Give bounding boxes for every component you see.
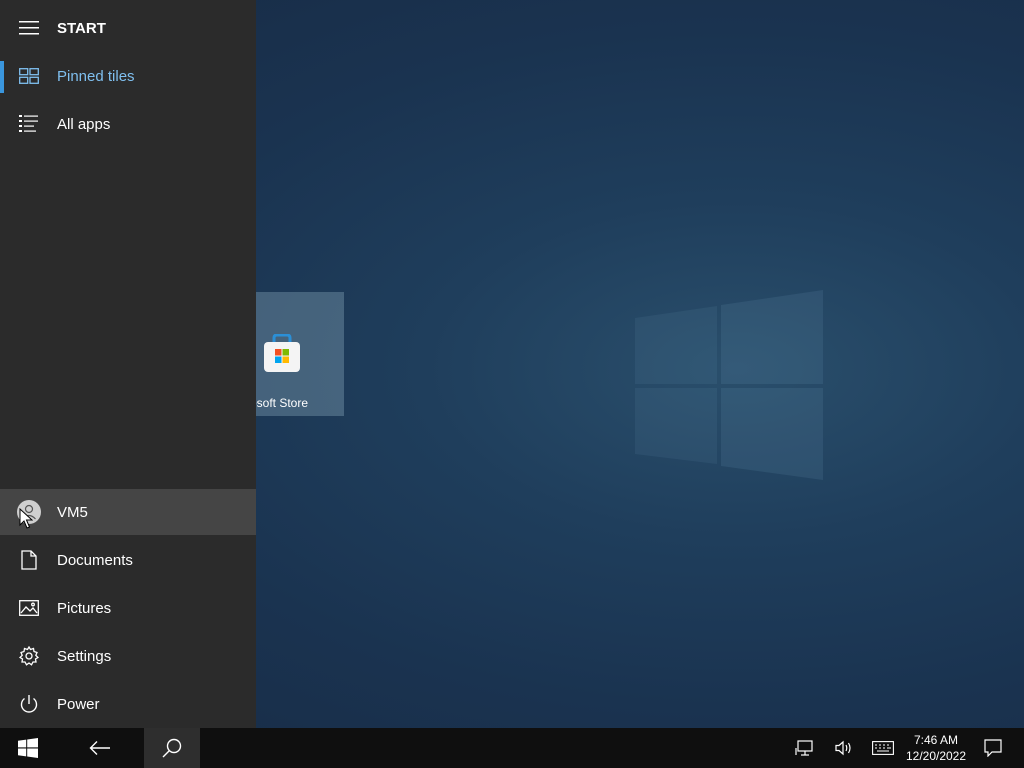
start-menu-title: START — [57, 19, 106, 37]
start-menu-expand-button[interactable]: START — [0, 5, 256, 51]
windows-start-icon — [18, 738, 38, 758]
start-button[interactable] — [0, 728, 56, 768]
action-center-button[interactable] — [978, 728, 1008, 768]
desktop[interactable]: START Pinned tiles All apps VM5 Document… — [0, 0, 1024, 768]
action-center-icon — [984, 739, 1002, 757]
back-button[interactable] — [72, 728, 128, 768]
volume-tray-button[interactable] — [828, 728, 860, 768]
network-icon — [795, 740, 813, 756]
all-apps-list-icon — [17, 112, 41, 136]
nav-pinned-tiles[interactable]: Pinned tiles — [0, 53, 256, 99]
hamburger-menu-icon — [17, 16, 41, 40]
store-bag-icon — [264, 334, 300, 372]
power-button[interactable]: Power — [0, 681, 256, 727]
pictures-label: Pictures — [57, 599, 112, 617]
documents-button[interactable]: Documents — [0, 537, 256, 583]
clock-date: 12/20/2022 — [905, 749, 967, 763]
touch-keyboard-button[interactable] — [866, 728, 900, 768]
mouse-cursor-icon — [19, 508, 33, 529]
volume-icon — [835, 740, 851, 756]
documents-label: Documents — [57, 551, 133, 569]
user-name: VM5 — [57, 503, 88, 521]
tile-microsoft-store-label: osoft Store — [256, 396, 308, 410]
nav-pinned-tiles-label: Pinned tiles — [57, 67, 135, 85]
power-label: Power — [57, 695, 100, 713]
search-button[interactable] — [144, 728, 200, 768]
tile-microsoft-store[interactable]: osoft Store — [256, 292, 344, 416]
gear-icon — [17, 644, 41, 668]
network-tray-button[interactable] — [788, 728, 820, 768]
document-icon — [17, 548, 41, 572]
settings-button[interactable]: Settings — [0, 633, 256, 679]
pinned-tiles-icon — [17, 64, 41, 88]
selection-indicator — [0, 61, 4, 93]
taskbar: 7:46 AM 12/20/2022 — [0, 728, 1024, 768]
power-icon — [17, 692, 41, 716]
user-account-button[interactable]: VM5 — [0, 489, 256, 535]
search-icon — [162, 738, 182, 758]
pictures-button[interactable]: Pictures — [0, 585, 256, 631]
nav-all-apps-label: All apps — [57, 115, 111, 133]
back-arrow-icon — [89, 741, 110, 755]
clock-time: 7:46 AM — [913, 733, 959, 747]
settings-label: Settings — [57, 647, 112, 665]
taskbar-clock[interactable]: 7:46 AM 12/20/2022 — [900, 732, 972, 764]
start-menu-panel: START Pinned tiles All apps VM5 Document… — [0, 0, 256, 728]
windows-logo-wallpaper — [635, 290, 823, 480]
keyboard-icon — [872, 741, 894, 755]
nav-all-apps[interactable]: All apps — [0, 101, 256, 147]
pictures-icon — [17, 596, 41, 620]
